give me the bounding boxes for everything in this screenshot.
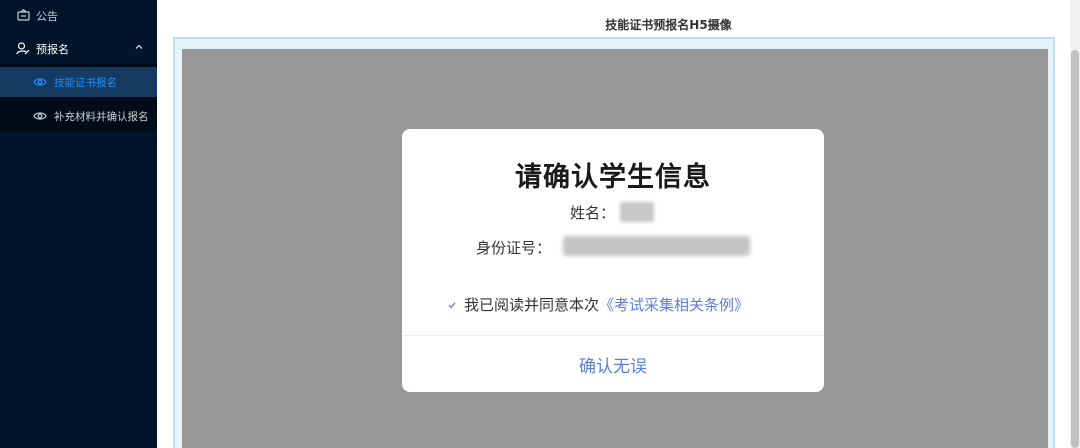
agree-checkbox[interactable] bbox=[446, 299, 458, 311]
page-title: 技能证书预报名H5摄像 bbox=[605, 18, 732, 32]
id-number-value-redacted bbox=[563, 236, 750, 256]
dialog-title: 请确认学生信息 bbox=[515, 162, 711, 193]
sidebar-item-notice[interactable]: 公告 bbox=[0, 0, 157, 30]
confirm-student-info-dialog: 请确认学生信息 姓名： 身份证号： 我已阅读并同意本次 《考试采集相关条例》 确… bbox=[402, 129, 824, 392]
sidebar-item-label: 预报名 bbox=[36, 43, 69, 56]
sidebar-item-skill-cert-registration[interactable]: 技能证书报名 bbox=[0, 67, 157, 97]
sidebar: 公告 预报名 技能证书报名 补充材料并确认报名 bbox=[0, 0, 157, 448]
name-value-redacted bbox=[620, 202, 654, 222]
sidebar-item-preregistration[interactable]: 预报名 bbox=[0, 33, 157, 63]
sidebar-item-label: 补充材料并确认报名 bbox=[54, 111, 149, 123]
sidebar-item-label: 公告 bbox=[36, 10, 58, 23]
user-edit-icon bbox=[16, 41, 30, 55]
agreement-text: 我已阅读并同意本次 bbox=[464, 296, 600, 314]
eye-icon bbox=[33, 109, 47, 123]
name-label: 姓名： bbox=[570, 204, 616, 222]
agreement-row: 我已阅读并同意本次 《考试采集相关条例》 bbox=[446, 294, 749, 315]
confirm-button[interactable]: 确认无误 bbox=[402, 336, 824, 392]
regulations-link[interactable]: 《考试采集相关条例》 bbox=[599, 294, 749, 315]
sidebar-item-supplement-confirm[interactable]: 补充材料并确认报名 bbox=[0, 101, 157, 131]
scrollbar-thumb[interactable] bbox=[1071, 50, 1079, 448]
vertical-scrollbar[interactable] bbox=[1070, 0, 1080, 448]
id-number-label: 身份证号： bbox=[476, 239, 552, 257]
notice-icon bbox=[16, 8, 30, 22]
chevron-up-icon bbox=[133, 41, 145, 53]
sidebar-item-label: 技能证书报名 bbox=[54, 77, 117, 89]
eye-icon bbox=[33, 75, 47, 89]
